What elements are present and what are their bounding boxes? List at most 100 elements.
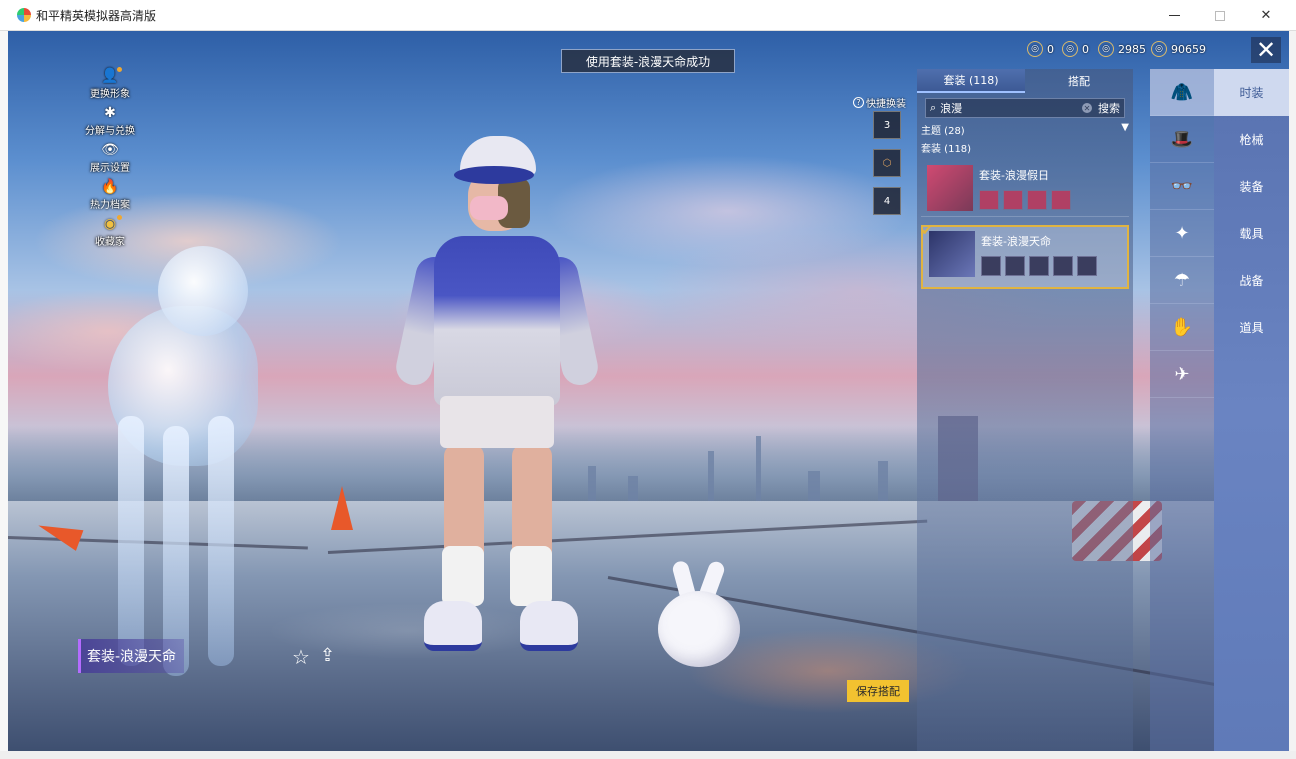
bunny-companion <box>648 559 748 671</box>
player-character[interactable] <box>388 126 608 666</box>
outfit-thumbnail <box>929 231 975 277</box>
coin-a-icon: ◎ <box>1027 41 1043 57</box>
close-icon[interactable]: ✕ <box>1251 36 1281 64</box>
emote-icon[interactable]: ✋ <box>1150 304 1214 351</box>
character-shorts <box>440 396 554 448</box>
toast-message: 使用套装-浪漫天命成功 <box>561 49 735 73</box>
quick-slot[interactable]: 4 <box>873 187 901 215</box>
notification-dot <box>117 215 122 220</box>
currency-value: 2985 <box>1118 42 1146 56</box>
qilin-leg <box>118 416 144 666</box>
quick-slot-locked[interactable]: ⬡ <box>873 149 901 177</box>
character-shoe <box>520 601 578 651</box>
help-icon: ? <box>853 97 864 108</box>
title-bar: 和平精英模拟器高清版 ✕ <box>0 0 1296 31</box>
save-combo-button[interactable]: 保存搭配 <box>847 680 909 702</box>
category-items[interactable]: 道具 <box>1214 304 1289 351</box>
category-battle-prep[interactable]: 战备 <box>1214 257 1289 304</box>
window-title: 和平精英模拟器高清版 <box>36 9 157 23</box>
outfit-item[interactable]: 套装-浪漫假日 <box>921 161 1129 217</box>
chevron-down-icon: ▼ <box>1121 122 1129 133</box>
window-border-bottom <box>0 751 1296 759</box>
search-input[interactable]: ⌕ 浪漫 ✕ 搜索 <box>925 98 1125 118</box>
quick-slot[interactable]: 3 <box>873 111 901 139</box>
currency-b: ◎ 0 <box>1062 41 1089 57</box>
display-settings-button[interactable]: 👁 展示设置 <box>70 141 150 178</box>
category-guns[interactable]: 枪械 <box>1214 116 1289 163</box>
outfit-icon[interactable]: 🧥 <box>1150 69 1214 116</box>
glasses-icon[interactable]: 👓 <box>1150 163 1214 210</box>
filter-label: 主题 (28) <box>921 126 965 137</box>
weapon-skin-icon[interactable]: ✦ <box>1150 210 1214 257</box>
outfit-count: 套装 (118) <box>921 144 972 155</box>
menu-label: 收藏家 <box>95 237 125 248</box>
game-viewport[interactable]: 👤 更换形象 ✱ 分解与兑换 👁 展示设置 🔥 热力档案 ◉ 收藏家 使用套装-… <box>8 31 1289 751</box>
left-menu: 👤 更换形象 ✱ 分解与兑换 👁 展示设置 🔥 热力档案 ◉ 收藏家 <box>70 67 150 252</box>
tab-outfits[interactable]: 套装 (118) <box>917 69 1025 93</box>
character-mask <box>470 196 508 220</box>
skyline-tower <box>756 436 761 506</box>
minimize-icon <box>1168 15 1180 16</box>
character-hoodie <box>434 236 560 406</box>
piece-thumbnail <box>1005 256 1025 276</box>
share-icon[interactable]: ⇪ <box>320 645 335 666</box>
search-value: 浪漫 <box>940 102 963 115</box>
menu-label: 展示设置 <box>90 163 130 174</box>
flame-icon: 🔥 <box>101 179 119 195</box>
skyline-tower <box>878 461 888 506</box>
window-border-left <box>0 31 8 751</box>
outfit-item-selected[interactable]: ✔ 套装-浪漫天命 <box>921 223 1129 289</box>
qilin-leg <box>208 416 234 666</box>
character-sock <box>510 546 552 606</box>
close-window-button[interactable]: ✕ <box>1243 0 1289 31</box>
coin-d-icon: ◎ <box>1151 41 1167 57</box>
hat-icon[interactable]: 🎩 <box>1150 116 1214 163</box>
skyline-tower <box>708 451 714 506</box>
vehicle-icon[interactable]: ✈ <box>1150 351 1214 398</box>
category-vehicles[interactable]: 载具 <box>1214 210 1289 257</box>
puzzle-icon: ✱ <box>104 105 116 121</box>
heat-profile-button[interactable]: 🔥 热力档案 <box>70 178 150 215</box>
outfit-pieces <box>979 190 1071 210</box>
theme-filter[interactable]: 主题 (28) ▼ <box>921 122 1129 137</box>
minimize-button[interactable] <box>1151 0 1197 31</box>
outfit-panel: 套装 (118) 搭配 ⌕ 浪漫 ✕ 搜索 主题 (28) ▼ 套装 (118)… <box>917 69 1133 751</box>
bunny-body <box>658 591 740 667</box>
piece-thumbnail <box>979 190 999 210</box>
app-window: 和平精英模拟器高清版 ✕ 👤 更换形象 ✱ 分解与兑换 👁 展示设置 🔥 热力档… <box>0 0 1296 759</box>
search-button[interactable]: 搜索 <box>1098 100 1120 116</box>
search-icon: ⌕ <box>930 101 937 114</box>
character-hat-brim <box>454 166 534 184</box>
eye-icon: 👁 <box>101 142 119 158</box>
piece-thumbnail <box>1053 256 1073 276</box>
currency-a: ◎ 0 <box>1027 41 1054 57</box>
category-fashion[interactable]: 时装 <box>1214 69 1289 116</box>
panel-tabs: 套装 (118) 搭配 <box>917 69 1133 93</box>
change-avatar-button[interactable]: 👤 更换形象 <box>70 67 150 104</box>
character-shoe <box>424 601 482 651</box>
collector-button[interactable]: ◉ 收藏家 <box>70 215 150 252</box>
menu-label: 分解与兑换 <box>85 126 135 137</box>
notification-dot <box>117 67 122 72</box>
currency-value: 0 <box>1047 42 1054 56</box>
favorite-icon[interactable]: ☆ <box>292 645 310 669</box>
app-logo-icon <box>17 8 31 22</box>
quick-swap-label[interactable]: ? 快捷换装 <box>853 95 906 110</box>
menu-label: 热力档案 <box>90 200 130 211</box>
character-sock <box>442 546 484 606</box>
coin-b-icon: ◎ <box>1062 41 1078 57</box>
category-equipment[interactable]: 装备 <box>1214 163 1289 210</box>
currency-d: ◎ 90659 <box>1151 41 1206 57</box>
currency-c: ◎ 2985 <box>1098 41 1146 57</box>
clear-search-icon[interactable]: ✕ <box>1082 103 1092 113</box>
decompose-exchange-button[interactable]: ✱ 分解与兑换 <box>70 104 150 141</box>
piece-thumbnail <box>981 256 1001 276</box>
piece-thumbnail <box>1027 190 1047 210</box>
outfit-name: 套装-浪漫假日 <box>979 169 1049 182</box>
tab-combos[interactable]: 搭配 <box>1025 69 1133 93</box>
quick-swap-text: 快捷换装 <box>866 99 906 110</box>
maximize-button[interactable] <box>1197 0 1243 31</box>
parachute-icon[interactable]: ☂ <box>1150 257 1214 304</box>
category-tabs: 时装 枪械 装备 载具 战备 道具 <box>1214 69 1289 751</box>
qilin-head <box>158 246 248 336</box>
